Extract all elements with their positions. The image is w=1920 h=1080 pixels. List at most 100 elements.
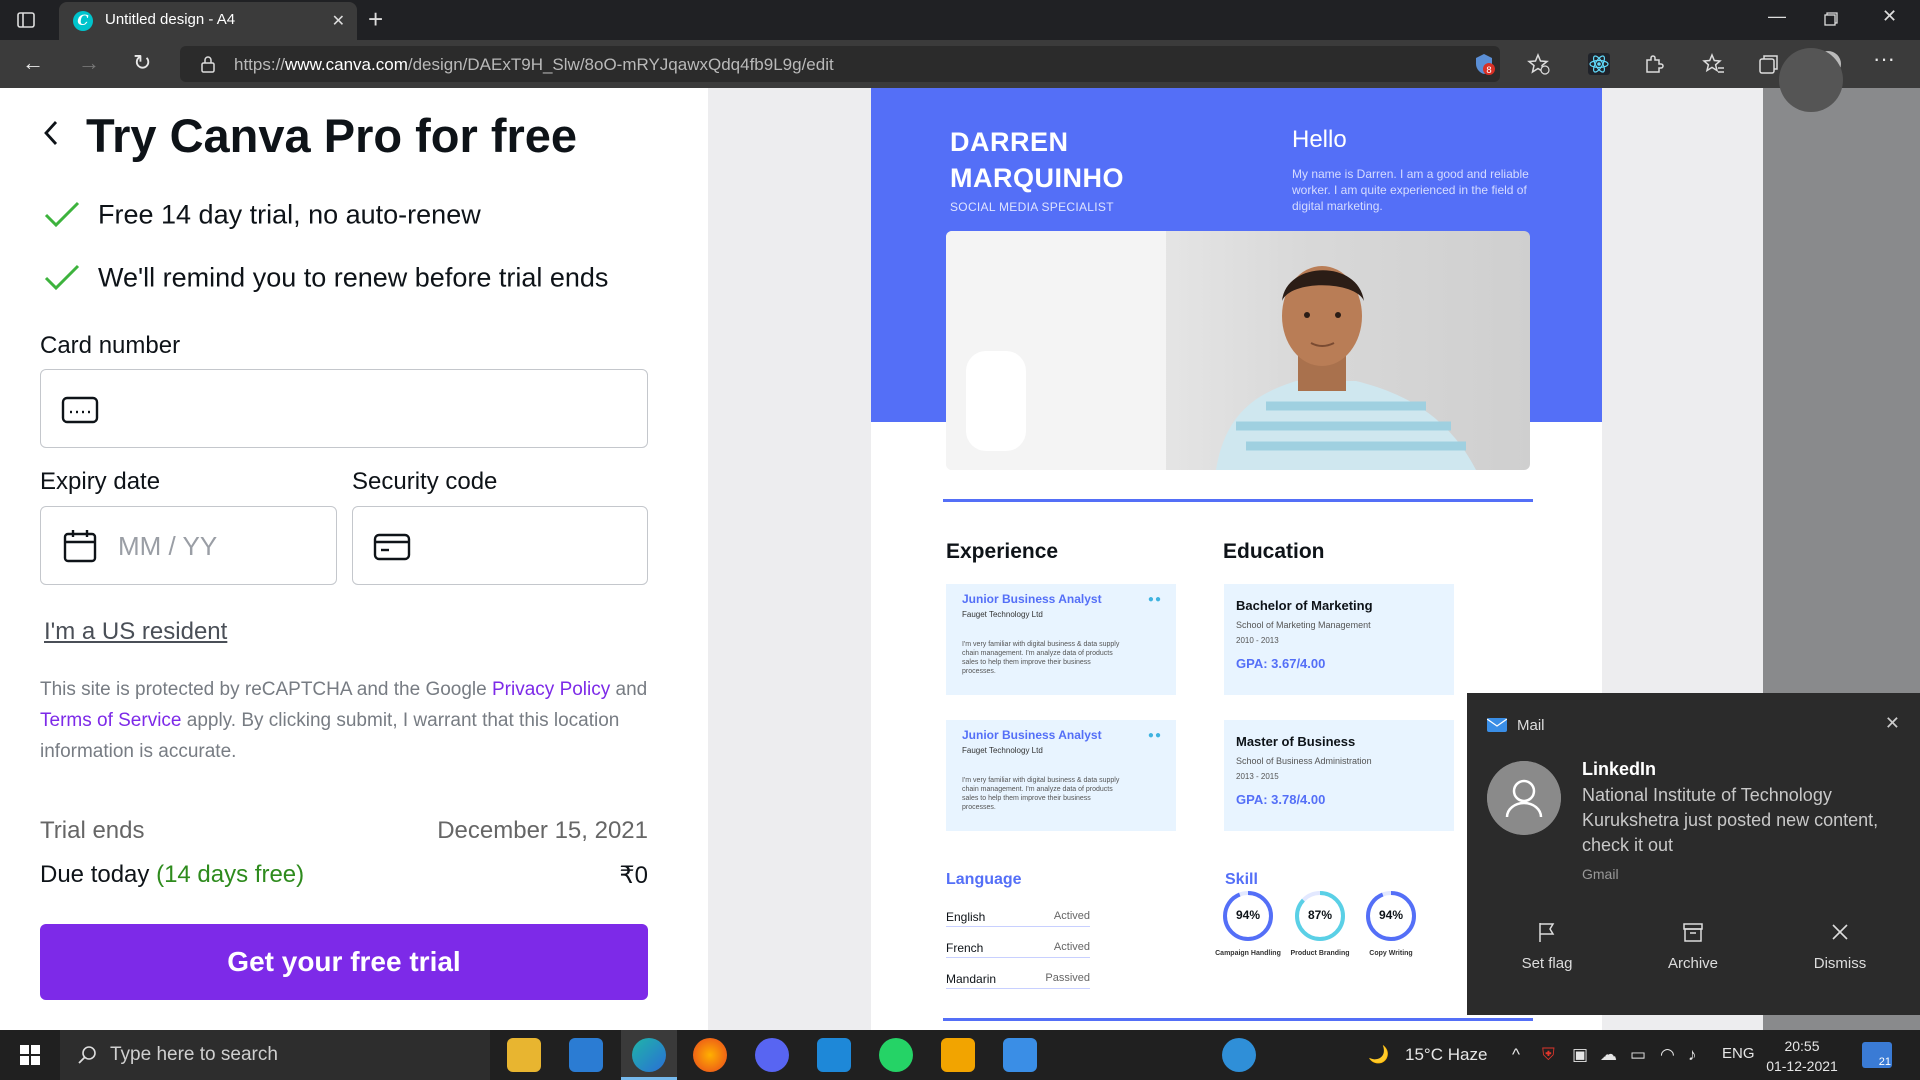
- meet-now-icon[interactable]: ▣: [1572, 1045, 1588, 1065]
- tab-actions-icon[interactable]: [14, 8, 38, 32]
- vscode-icon[interactable]: [817, 1038, 851, 1072]
- edge-browser-icon[interactable]: [632, 1038, 666, 1072]
- language-heading: Language: [946, 871, 1022, 888]
- help-icon[interactable]: [1222, 1038, 1256, 1072]
- set-flag-button[interactable]: Set flag: [1487, 921, 1607, 972]
- extensions-puzzle-icon[interactable]: [1642, 52, 1666, 76]
- favorites-icon[interactable]: [1702, 52, 1726, 76]
- experience-heading: Experience: [946, 540, 1059, 563]
- legal-text: This site is protected by reCAPTCHA and …: [40, 679, 492, 700]
- legal-notice: This site is protected by reCAPTCHA and …: [40, 674, 660, 767]
- trial-ends-row: Trial ends December 15, 2021: [40, 817, 648, 845]
- terms-of-service-link[interactable]: Terms of Service: [40, 710, 181, 731]
- section-divider: [943, 499, 1533, 502]
- react-devtools-icon[interactable]: [1587, 52, 1611, 76]
- checkmark-icon: [44, 264, 80, 290]
- security-code-input[interactable]: [352, 506, 648, 585]
- decorative-dots-icon: ●●: [1147, 730, 1162, 741]
- mail-icon[interactable]: [569, 1038, 603, 1072]
- skill-gauge: 94% Copy Writing: [1363, 888, 1423, 957]
- address-bar[interactable]: https://www.canva.com/design/DAExT9H_Slw…: [180, 46, 1500, 82]
- experience-card: Junior Business Analyst Fauget Technolog…: [946, 720, 1176, 831]
- tab-close-icon[interactable]: ✕: [332, 11, 345, 31]
- weather-text[interactable]: 15°C Haze: [1405, 1045, 1487, 1065]
- weather-icon[interactable]: 🌙: [1368, 1045, 1389, 1065]
- education-years: 2010 - 2013: [1236, 636, 1279, 645]
- restore-icon[interactable]: [1824, 12, 1838, 26]
- discord-icon[interactable]: [755, 1038, 789, 1072]
- back-arrow-icon[interactable]: [40, 118, 62, 148]
- resume-hello: Hello: [1292, 126, 1347, 153]
- wifi-icon[interactable]: ◠: [1660, 1045, 1675, 1065]
- privacy-policy-link[interactable]: Privacy Policy: [492, 679, 610, 700]
- sender-avatar-icon: [1487, 761, 1561, 835]
- resume-role: SOCIAL MEDIA SPECIALIST: [950, 200, 1114, 214]
- skill-label: Campaign Handling: [1215, 950, 1281, 957]
- card-number-input[interactable]: [40, 369, 648, 448]
- legal-text: and: [610, 679, 648, 700]
- expiry-date-input[interactable]: MM / YY: [40, 506, 337, 585]
- education-years: 2013 - 2015: [1236, 772, 1279, 781]
- canva-favicon-icon: C: [73, 11, 93, 31]
- expiry-date-label: Expiry date: [40, 468, 161, 495]
- skill-value: 94%: [1378, 908, 1404, 922]
- mcafee-icon[interactable]: ⛨: [1542, 1045, 1555, 1065]
- camtasia-icon[interactable]: [941, 1038, 975, 1072]
- notification-close-icon[interactable]: ✕: [1885, 713, 1900, 734]
- due-today-label: Due today: [40, 861, 150, 888]
- lock-icon: [201, 56, 215, 73]
- extension-shield-icon[interactable]: 8: [1472, 52, 1496, 76]
- more-options-icon[interactable]: ···: [1873, 46, 1895, 72]
- system-clock[interactable]: 20:55 01-12-2021: [1762, 1036, 1842, 1076]
- archive-label: Archive: [1667, 955, 1719, 972]
- education-gpa: GPA: 3.78/4.00: [1236, 792, 1326, 807]
- onedrive-icon[interactable]: ☁: [1600, 1045, 1617, 1065]
- us-resident-link[interactable]: I'm a US resident: [44, 618, 227, 646]
- experience-company: Fauget Technology Ltd: [962, 610, 1043, 619]
- tab-title: Untitled design - A4: [105, 11, 236, 28]
- file-explorer-icon[interactable]: [507, 1038, 541, 1072]
- whatsapp-icon[interactable]: [879, 1038, 913, 1072]
- help-button[interactable]: [1779, 48, 1843, 112]
- feature-item: Free 14 day trial, no auto-renew: [44, 198, 481, 230]
- mail-notification-toast[interactable]: Mail ✕ LinkedIn National Institute of Te…: [1467, 693, 1920, 1015]
- decorative-dots-icon: ●●: [1147, 594, 1162, 605]
- battery-icon[interactable]: ▭: [1630, 1045, 1646, 1065]
- todo-icon[interactable]: [1003, 1038, 1037, 1072]
- window-close-icon[interactable]: ✕: [1882, 6, 1897, 27]
- forward-icon[interactable]: →: [78, 50, 100, 76]
- language-level: Actived: [1053, 910, 1090, 922]
- minimize-icon[interactable]: —: [1768, 6, 1786, 27]
- clock-date: 01-12-2021: [1766, 1058, 1838, 1074]
- experience-company: Fauget Technology Ltd: [962, 746, 1043, 755]
- archive-button[interactable]: Archive: [1633, 921, 1753, 972]
- dismiss-button[interactable]: Dismiss: [1780, 921, 1900, 972]
- get-free-trial-button[interactable]: Get your free trial: [40, 924, 648, 1000]
- skill-heading: Skill: [1225, 871, 1258, 888]
- show-hidden-icons-icon[interactable]: ^: [1512, 1045, 1520, 1065]
- volume-icon[interactable]: ♪: [1688, 1045, 1697, 1065]
- feature-text: Free 14 day trial, no auto-renew: [98, 199, 481, 230]
- taskbar-search-box[interactable]: Type here to search: [60, 1030, 490, 1080]
- back-icon[interactable]: ←: [22, 50, 44, 76]
- skill-value: 87%: [1307, 908, 1333, 922]
- notification-source: Gmail: [1582, 866, 1619, 882]
- url-text: https://www.canva.com/design/DAExT9H_Slw…: [234, 55, 834, 74]
- search-icon: [78, 1046, 96, 1064]
- action-center-icon[interactable]: 21: [1862, 1042, 1892, 1068]
- windows-start-icon[interactable]: [20, 1045, 40, 1065]
- browser-tab-active[interactable]: C Untitled design - A4 ✕: [59, 2, 357, 40]
- browser-tab-bar: C Untitled design - A4 ✕ + — ✕: [0, 0, 1920, 40]
- new-tab-icon[interactable]: +: [368, 6, 383, 32]
- refresh-icon[interactable]: ↻: [133, 50, 151, 76]
- firefox-icon[interactable]: [693, 1038, 727, 1072]
- skill-gauge: 87% Product Branding: [1290, 888, 1352, 957]
- clock-time: 20:55: [1784, 1038, 1820, 1054]
- svg-text:8: 8: [1486, 66, 1492, 76]
- trial-ends-value: December 15, 2021: [437, 817, 648, 844]
- education-card: Master of Business School of Business Ad…: [1224, 720, 1454, 831]
- collections-icon[interactable]: [1757, 52, 1781, 76]
- add-favorite-icon[interactable]: [1527, 52, 1551, 76]
- input-language[interactable]: ENG: [1722, 1045, 1755, 1062]
- flag-icon: [1539, 923, 1555, 942]
